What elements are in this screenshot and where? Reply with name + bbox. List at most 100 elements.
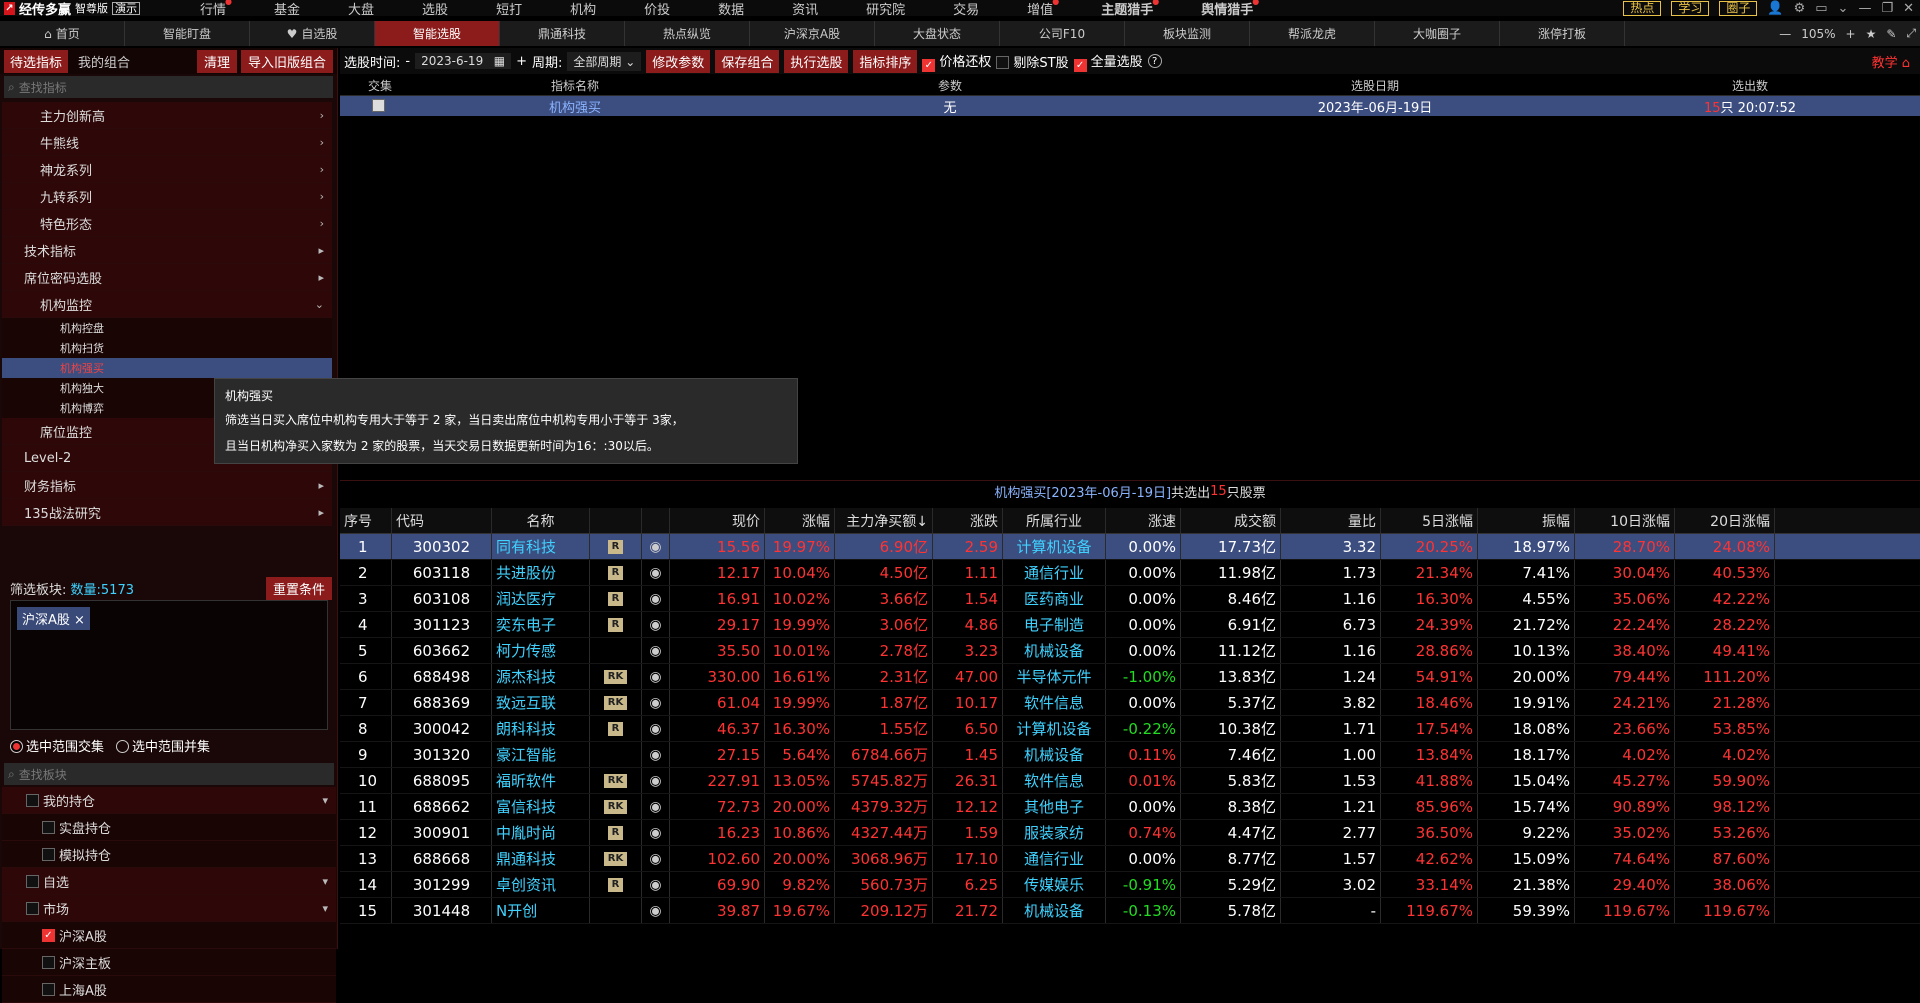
eye-icon[interactable]: ◉ bbox=[649, 877, 661, 893]
results-col-header[interactable] bbox=[642, 508, 670, 533]
rating-badge[interactable]: RK bbox=[603, 851, 628, 866]
tree-item[interactable]: 牛熊线 › bbox=[2, 129, 332, 156]
minimize-icon[interactable]: — bbox=[1858, 1, 1871, 16]
menu-item[interactable]: 行情 ● bbox=[176, 0, 250, 18]
nav-tab[interactable]: 涨停打板 bbox=[1500, 21, 1625, 46]
plus-icon[interactable]: + bbox=[516, 54, 527, 69]
rating-badge[interactable]: R bbox=[607, 617, 624, 632]
tree-item[interactable]: 135战法研究 ▸ bbox=[2, 499, 332, 526]
nav-tab[interactable]: 智能盯盘 bbox=[125, 21, 250, 46]
tree-item[interactable]: 席位密码选股 ▸ bbox=[2, 264, 332, 291]
sector-chip[interactable]: 沪深A股 × bbox=[17, 607, 90, 630]
table-row[interactable]: 4 301123 奕东电子 R ◉ 29.17 19.99% 3.06亿 4.86 电子制造 0.0… bbox=[340, 612, 1920, 638]
results-col-header[interactable]: 所属行业 bbox=[1003, 508, 1106, 533]
intersect-cell[interactable] bbox=[340, 98, 420, 114]
nav-tab[interactable]: 智能选股 bbox=[375, 21, 500, 46]
table-row[interactable]: 12 300901 中胤时尚 R ◉ 16.23 10.86% 4327.44万 1.59 服装家… bbox=[340, 820, 1920, 846]
table-row[interactable]: 10 688095 福昕软件 RK ◉ 227.91 13.05% 5745.82万 26.31… bbox=[340, 768, 1920, 794]
sector-search-input[interactable]: ⌕ 查找板块 bbox=[4, 763, 334, 785]
table-row[interactable]: 9 301320 豪江智能 ◉ 27.15 5.64% 6784.66万 1.45 机械设备 0.… bbox=[340, 742, 1920, 768]
menu-item[interactable]: 增值 ● bbox=[1003, 0, 1077, 18]
help-icon[interactable]: ? bbox=[1147, 54, 1162, 68]
sector-tree-item[interactable]: 我的持仓 ▾ bbox=[2, 787, 336, 814]
results-col-header[interactable]: 代码 bbox=[392, 508, 492, 533]
window-icon[interactable]: ▭ bbox=[1815, 1, 1827, 16]
eye-icon[interactable]: ◉ bbox=[649, 643, 661, 659]
nav-tab[interactable]: 帮派龙虎 bbox=[1250, 21, 1375, 46]
sector-tree-item[interactable]: 自选 ▾ bbox=[2, 868, 336, 895]
results-col-header[interactable]: 量比 bbox=[1281, 508, 1381, 533]
eye-icon[interactable]: ◉ bbox=[649, 747, 661, 763]
nav-tab[interactable]: ♥ 自选股 bbox=[250, 21, 375, 46]
radio-intersection[interactable]: 选中范围交集 bbox=[10, 736, 104, 755]
results-col-header[interactable]: 现价 bbox=[670, 508, 765, 533]
rating-badge[interactable]: R bbox=[607, 539, 624, 554]
results-col-header[interactable]: 主力净买额↓ bbox=[835, 508, 933, 533]
nav-tab[interactable]: 鼎通科技 bbox=[500, 21, 625, 46]
menu-item[interactable]: 主题猎手 ● bbox=[1077, 0, 1177, 18]
eye-icon[interactable]: ◉ bbox=[649, 825, 661, 841]
results-col-header[interactable]: 涨跌 bbox=[933, 508, 1003, 533]
table-row[interactable]: 1 300302 同有科技 R ◉ 15.56 19.97% 6.90亿 2.59 计算机设备 0.… bbox=[340, 534, 1920, 560]
full-selection-checkbox[interactable]: ✓ 全量选股 bbox=[1073, 51, 1143, 72]
save-combo-button[interactable]: 保存组合 bbox=[715, 49, 780, 73]
tree-item[interactable]: 机构扫货 bbox=[2, 338, 332, 358]
sector-tree-item[interactable]: 实盘持仓 bbox=[2, 814, 336, 841]
table-row[interactable]: 2 603118 共进股份 R ◉ 12.17 10.04% 4.50亿 1.11 通信行业 0.0… bbox=[340, 560, 1920, 586]
tree-item[interactable]: 机构控盘 bbox=[2, 318, 332, 338]
nav-tab[interactable]: 大盘状态 bbox=[875, 21, 1000, 46]
nav-tab[interactable]: 大咖圈子 bbox=[1375, 21, 1500, 46]
tree-item[interactable]: 特色形态 › bbox=[2, 210, 332, 237]
results-col-header[interactable]: 振幅 bbox=[1478, 508, 1575, 533]
date-picker[interactable]: 2023-6-19 ▦ bbox=[415, 53, 512, 69]
table-row[interactable]: 11 688662 富信科技 RK ◉ 72.73 20.00% 4379.32万 12.12 其… bbox=[340, 794, 1920, 820]
sector-tree-item[interactable]: ✓ 沪深A股 bbox=[2, 922, 336, 949]
menu-item[interactable]: 舆情猎手 ● bbox=[1177, 0, 1277, 18]
eye-icon[interactable]: ◉ bbox=[649, 903, 661, 919]
rating-badge[interactable]: R bbox=[607, 721, 624, 736]
rating-badge[interactable]: RK bbox=[603, 799, 628, 814]
menu-item[interactable]: 价投 bbox=[620, 0, 694, 18]
nav-tab[interactable]: 热点纵览 bbox=[625, 21, 750, 46]
tree-item[interactable]: 机构强买 bbox=[2, 358, 332, 378]
star-icon[interactable]: ★ bbox=[1866, 27, 1877, 41]
checkbox-icon[interactable] bbox=[42, 820, 55, 834]
nav-tab[interactable]: 沪深京A股 bbox=[750, 21, 875, 46]
eye-icon[interactable]: ◉ bbox=[649, 565, 661, 581]
checkbox-icon[interactable] bbox=[371, 98, 385, 112]
pen-icon[interactable]: ✎ bbox=[1886, 27, 1896, 41]
nav-tab[interactable]: ⌂ 首页 bbox=[0, 21, 125, 46]
table-row[interactable]: 15 301448 N开创 ◉ 39.87 19.67% 209.12万 21.72 机械设备 -… bbox=[340, 898, 1920, 924]
eye-icon[interactable]: ◉ bbox=[649, 851, 661, 867]
results-col-header[interactable]: 名称 bbox=[492, 508, 590, 533]
results-col-header[interactable]: 10日涨幅 bbox=[1575, 508, 1675, 533]
menu-item[interactable]: 选股 bbox=[398, 0, 472, 18]
expand-icon[interactable]: ⤢ bbox=[1906, 26, 1916, 41]
table-row[interactable]: 14 301299 卓创资讯 R ◉ 69.90 9.82% 560.73万 6.25 传媒娱乐 -… bbox=[340, 872, 1920, 898]
results-col-header[interactable]: 序号 bbox=[340, 508, 392, 533]
sector-tree-item[interactable]: 上海A股 bbox=[2, 976, 336, 1003]
zoom-in-icon[interactable]: + bbox=[1846, 27, 1856, 41]
eye-icon[interactable]: ◉ bbox=[649, 669, 661, 685]
menu-item[interactable]: 交易 bbox=[929, 0, 1003, 18]
chip-close-icon[interactable]: × bbox=[74, 613, 85, 628]
radio-union[interactable]: 选中范围并集 bbox=[116, 736, 210, 755]
exclude-st-checkbox[interactable]: 剔除ST股 bbox=[996, 52, 1069, 71]
restore-icon[interactable]: ❐ bbox=[1881, 1, 1893, 16]
chevron-down-icon[interactable]: ⌄ bbox=[1838, 1, 1849, 16]
menu-item[interactable]: 大盘 bbox=[324, 0, 398, 18]
sort-indicators-button[interactable]: 指标排序 bbox=[853, 49, 918, 73]
learn-button[interactable]: 学习 bbox=[1671, 0, 1710, 16]
eye-icon[interactable]: ◉ bbox=[649, 617, 661, 633]
menu-item[interactable]: 短打 bbox=[472, 0, 546, 18]
tab-my-combos[interactable]: 我的组合 bbox=[72, 50, 136, 73]
tree-item[interactable]: 九转系列 › bbox=[2, 183, 332, 210]
checkbox-icon[interactable] bbox=[26, 901, 39, 915]
table-row[interactable]: 8 300042 朗科科技 R ◉ 46.37 16.30% 1.55亿 6.50 计算机设备 -0… bbox=[340, 716, 1920, 742]
tutorial-link[interactable]: 教学 ⌂ bbox=[1872, 52, 1920, 71]
results-col-header[interactable] bbox=[590, 508, 642, 533]
rating-badge[interactable]: RK bbox=[603, 669, 628, 684]
checkbox-icon[interactable] bbox=[42, 847, 55, 861]
user-icon[interactable]: 👤 bbox=[1767, 1, 1783, 16]
clear-button[interactable]: 清理 bbox=[196, 49, 237, 73]
